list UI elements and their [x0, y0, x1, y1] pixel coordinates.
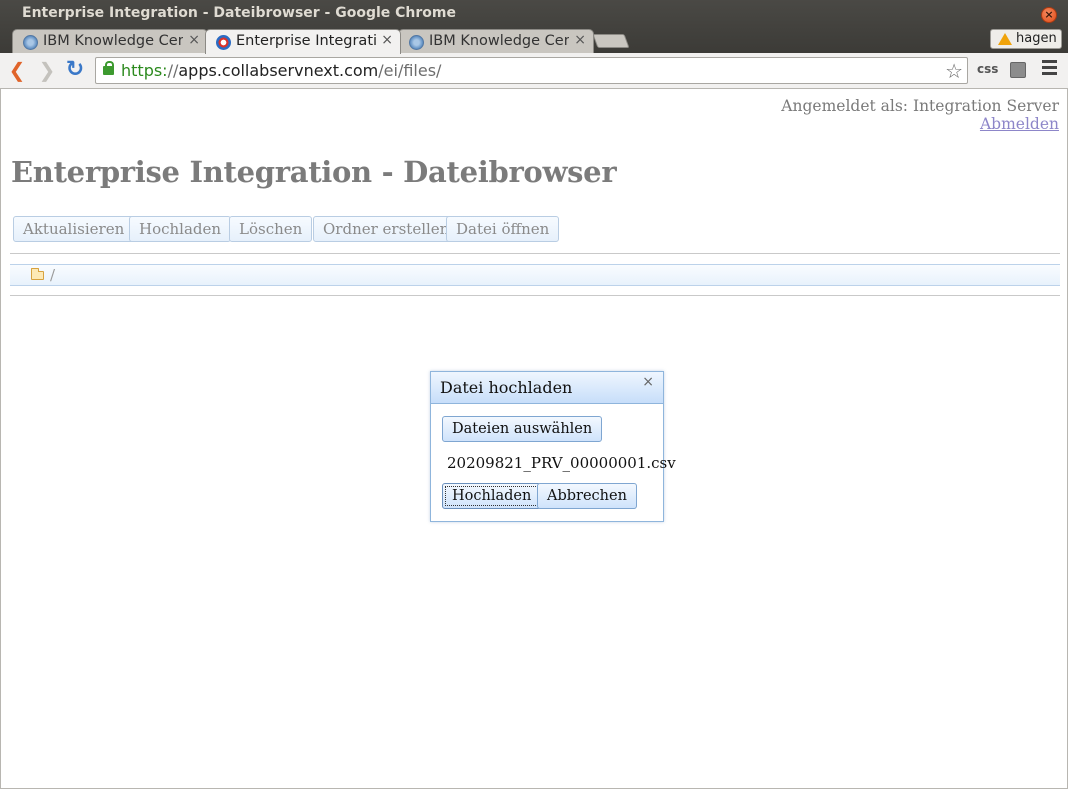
folder-open-icon[interactable] [31, 268, 44, 280]
dialog-cancel-button[interactable]: Abbrechen [537, 483, 637, 509]
tab-label: Enterprise Integration - Dateibrowser [236, 33, 376, 49]
tab-close-icon[interactable]: × [574, 32, 586, 48]
profile-button[interactable]: hagen [990, 29, 1062, 49]
divider [10, 253, 1060, 254]
url-path: /ei/files/ [378, 61, 442, 80]
tab-close-icon[interactable]: × [188, 32, 200, 48]
profile-name: hagen [1016, 31, 1057, 46]
logged-in-label: Angemeldet als: Integration Server [781, 97, 1059, 115]
ibm-globe-icon [409, 35, 424, 50]
refresh-button[interactable]: Aktualisieren [13, 216, 135, 242]
create-folder-button[interactable]: Ordner erstellen [313, 216, 460, 242]
dialog-header[interactable]: Datei hochladen × [431, 372, 663, 404]
window-close-icon[interactable]: × [1041, 7, 1057, 23]
login-info: Angemeldet als: Integration Server Abmel… [781, 97, 1059, 133]
divider [10, 295, 1060, 296]
tab-ibm-knowledge-center-1[interactable]: IBM Knowledge Center × [12, 29, 208, 53]
upload-dialog: Datei hochladen × Dateien auswählen 2020… [430, 371, 676, 522]
tab-label: IBM Knowledge Center [429, 33, 569, 49]
enterprise-integration-icon [216, 35, 231, 50]
browser-titlebar: Enterprise Integration - Dateibrowser - … [0, 0, 1068, 54]
new-tab-button[interactable] [592, 34, 630, 48]
document-extension-icon[interactable] [1010, 62, 1026, 78]
dialog-close-icon[interactable]: × [642, 374, 654, 390]
dialog-title: Datei hochladen [440, 378, 573, 397]
upload-button[interactable]: Hochladen [129, 216, 232, 242]
choose-files-button[interactable]: Dateien auswählen [442, 416, 603, 442]
delete-button[interactable]: Löschen [229, 216, 313, 242]
logout-link[interactable]: Abmelden [980, 115, 1059, 133]
address-bar[interactable]: https://apps.collabservnext.com/ei/files… [95, 57, 968, 84]
tab-close-icon[interactable]: × [381, 32, 393, 48]
url-separator: // [167, 61, 179, 80]
tab-enterprise-integration[interactable]: Enterprise Integration - Dateibrowser × [205, 29, 401, 54]
dialog-upload-button[interactable]: Hochladen [442, 483, 542, 509]
css-extension-icon[interactable]: css [977, 62, 998, 76]
warning-icon [998, 33, 1012, 45]
breadcrumb-path[interactable]: / [50, 266, 55, 284]
url-host: apps.collabservnext.com [178, 61, 379, 80]
back-arrow-icon[interactable]: ❮ [6, 59, 28, 81]
lock-icon [103, 61, 114, 75]
page-content: Angemeldet als: Integration Server Abmel… [0, 89, 1068, 789]
reload-icon[interactable]: ↻ [64, 59, 86, 81]
open-file-button[interactable]: Datei öffnen [446, 216, 560, 242]
bookmark-star-icon[interactable]: ☆ [945, 59, 963, 83]
selected-file-name: 20209821_PRV_00000001.csv [447, 454, 676, 472]
tab-label: IBM Knowledge Center [43, 33, 183, 49]
browser-toolbar: ❮ ❯ ↻ https://apps.collabservnext.com/ei… [0, 53, 1068, 89]
tab-ibm-knowledge-center-2[interactable]: IBM Knowledge Center × [398, 29, 594, 53]
page-title: Enterprise Integration - Dateibrowser [11, 155, 617, 189]
chrome-menu-icon[interactable] [1042, 60, 1057, 78]
window-title: Enterprise Integration - Dateibrowser - … [22, 5, 457, 21]
url-scheme: https: [121, 61, 168, 80]
forward-arrow-icon[interactable]: ❯ [36, 59, 58, 81]
breadcrumb: / [10, 264, 1060, 286]
ibm-globe-icon [23, 35, 38, 50]
